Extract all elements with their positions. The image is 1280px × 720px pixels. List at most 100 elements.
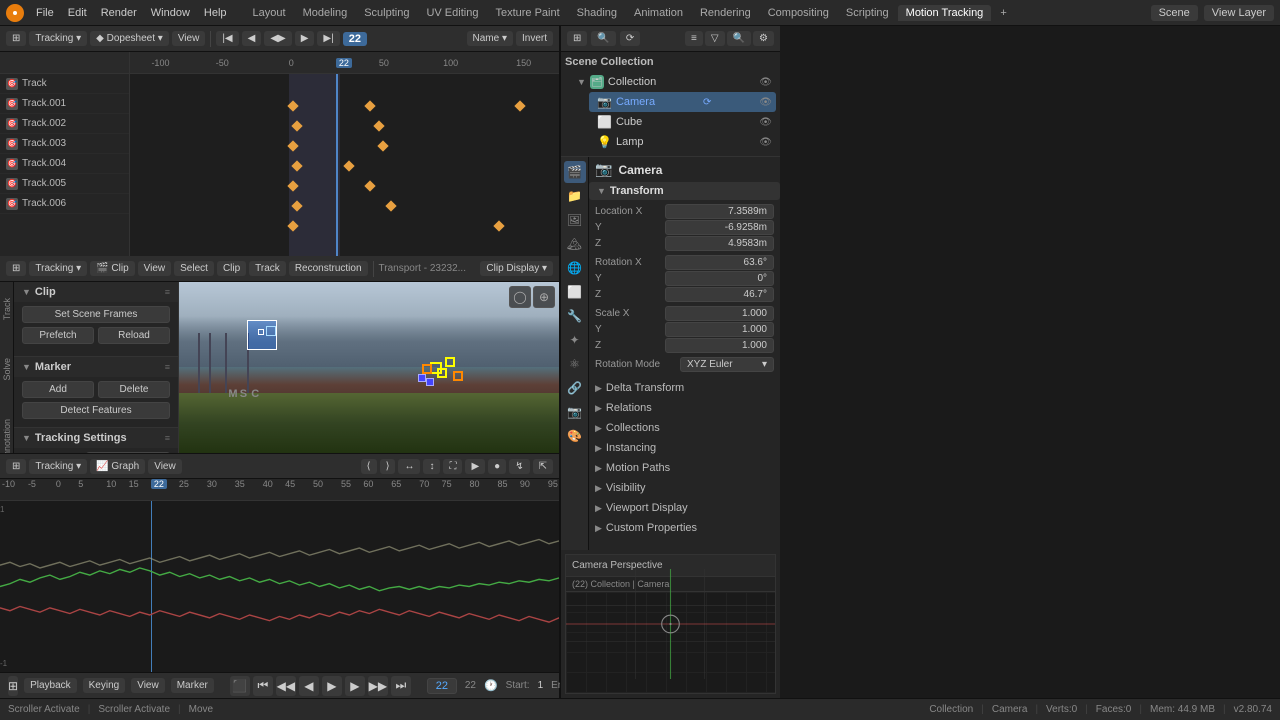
- location-x-value[interactable]: 7.3589m: [665, 204, 774, 219]
- vtab-track[interactable]: Track: [0, 294, 14, 324]
- prop-particles-icon[interactable]: ✦: [564, 329, 586, 351]
- graph-record-btn[interactable]: ●: [488, 459, 506, 474]
- playback-marker-menu[interactable]: Marker: [171, 678, 214, 693]
- kf-5-0[interactable]: [291, 200, 302, 211]
- scale-x-value[interactable]: 1.000: [665, 306, 774, 321]
- prop-view-layer-icon[interactable]: 🖼: [564, 209, 586, 231]
- next-key-btn[interactable]: ▶: [345, 676, 365, 696]
- view-menu-ds[interactable]: View: [172, 31, 206, 46]
- graph-normalize-btn[interactable]: ↯: [509, 459, 529, 474]
- workspace-rendering[interactable]: Rendering: [692, 5, 759, 21]
- prop-output-icon[interactable]: 📁: [564, 185, 586, 207]
- menu-window[interactable]: Window: [145, 5, 196, 21]
- track-item-5[interactable]: 🎯 Track.005: [0, 174, 129, 194]
- rotation-mode-dropdown[interactable]: XYZ Euler ▾: [680, 357, 774, 372]
- view-layer-selector[interactable]: View Layer: [1204, 5, 1274, 21]
- camera-eye-icon[interactable]: 👁: [759, 97, 772, 108]
- scale-y-value[interactable]: 1.000: [665, 322, 774, 337]
- stop-btn[interactable]: ⬛: [230, 676, 250, 696]
- marker-section-header[interactable]: ▼ Marker ≡: [14, 357, 178, 377]
- outliner-settings[interactable]: ⚙: [753, 31, 774, 46]
- workspace-scripting[interactable]: Scripting: [838, 5, 897, 21]
- clip-clip-menu[interactable]: Clip: [217, 261, 246, 276]
- scene-selector[interactable]: Scene: [1151, 5, 1198, 21]
- track-item-0[interactable]: 🎯 Track: [0, 74, 129, 94]
- current-frame-display[interactable]: 22: [427, 678, 457, 694]
- graph-play-btn[interactable]: ▶: [465, 459, 485, 474]
- current-frame-ds[interactable]: 22: [343, 32, 367, 46]
- clip-track-menu[interactable]: Track: [249, 261, 286, 276]
- scroller-left[interactable]: Scroller Activate: [8, 704, 80, 715]
- graph-tracking-dropdown[interactable]: Tracking ▾: [29, 459, 87, 474]
- kf-0-0[interactable]: [287, 100, 298, 111]
- workspace-sculpting[interactable]: Sculpting: [356, 5, 417, 21]
- graph-tool-2[interactable]: ⟩: [380, 459, 396, 474]
- prop-material-icon[interactable]: 🎨: [564, 425, 586, 447]
- clip-viewport[interactable]: M S C ◯ ⊕: [179, 282, 559, 453]
- workspace-shading[interactable]: Shading: [569, 5, 625, 21]
- name-filter[interactable]: Name ▾: [467, 31, 513, 46]
- playback-settings-btn[interactable]: ⊞: [8, 676, 18, 696]
- tracker-blue-2[interactable]: [426, 378, 434, 386]
- collection-eye-icon[interactable]: 👁: [759, 77, 772, 88]
- display-filter[interactable]: ≡: [685, 31, 703, 46]
- tracker-5[interactable]: [422, 364, 432, 374]
- menu-edit[interactable]: Edit: [62, 5, 93, 21]
- clip-display-btn[interactable]: Clip Display ▾: [480, 261, 553, 276]
- playback-dropdown[interactable]: Playback: [24, 678, 77, 693]
- prop-scene-icon[interactable]: 🏔: [564, 233, 586, 255]
- tree-item-cube[interactable]: ⬜ Cube 👁: [589, 112, 776, 132]
- jump-end-btn[interactable]: ⏭: [391, 676, 411, 696]
- kf-1-0[interactable]: [291, 120, 302, 131]
- tracker-2[interactable]: [445, 357, 455, 367]
- marker-menu-icon[interactable]: ≡: [165, 362, 170, 372]
- prop-object-icon[interactable]: ⬜: [564, 281, 586, 303]
- clip-menu-icon[interactable]: ≡: [165, 287, 170, 297]
- kf-0-1[interactable]: [364, 100, 375, 111]
- reload-btn[interactable]: Reload: [98, 327, 170, 344]
- tracking-settings-header[interactable]: ▼ Tracking Settings ≡: [14, 428, 178, 448]
- vtab-annotation[interactable]: Annotation: [0, 415, 14, 453]
- frame-step-end[interactable]: ▶|: [317, 31, 339, 46]
- kf-4-0[interactable]: [287, 180, 298, 191]
- menu-file[interactable]: File: [30, 5, 60, 21]
- prop-world-icon[interactable]: 🌐: [564, 257, 586, 279]
- tracking-settings-menu-icon[interactable]: ≡: [165, 433, 170, 443]
- set-scene-frames-btn[interactable]: Set Scene Frames: [22, 306, 170, 323]
- custom-properties-header[interactable]: ▶ Custom Properties: [589, 519, 780, 537]
- sync-btn[interactable]: ⟳: [620, 31, 640, 46]
- scale-z-value[interactable]: 1.000: [665, 338, 774, 353]
- tracker-3[interactable]: [437, 368, 447, 378]
- playback-view-menu[interactable]: View: [131, 678, 165, 693]
- clip-section-header[interactable]: ▼ Clip ≡: [14, 282, 178, 302]
- menu-render[interactable]: Render: [95, 5, 143, 21]
- kf-5-1[interactable]: [386, 200, 397, 211]
- graph-tool-3[interactable]: ↔: [398, 459, 420, 474]
- play-back[interactable]: ◀▶: [264, 31, 291, 46]
- prop-physics-icon[interactable]: ⚛: [564, 353, 586, 375]
- play-pause-btn[interactable]: ▶: [322, 676, 342, 696]
- delta-transform-header[interactable]: ▶ Delta Transform: [589, 379, 780, 397]
- graph-expand-btn[interactable]: ⇱: [533, 459, 553, 474]
- kf-2-1[interactable]: [377, 140, 388, 151]
- track-item-3[interactable]: 🎯 Track.003: [0, 134, 129, 154]
- relations-header[interactable]: ▶ Relations: [589, 399, 780, 417]
- track-item-1[interactable]: 🎯 Track.001: [0, 94, 129, 114]
- outliner-filter[interactable]: ▽: [705, 31, 725, 46]
- tracking-dropdown[interactable]: Tracking ▾: [29, 31, 87, 46]
- prop-constraints-icon[interactable]: 🔗: [564, 377, 586, 399]
- workspace-uv[interactable]: UV Editing: [418, 5, 486, 21]
- instancing-header[interactable]: ▶ Instancing: [589, 439, 780, 457]
- rotation-x-value[interactable]: 63.6°: [665, 255, 774, 270]
- clip-view-menu[interactable]: View: [138, 261, 172, 276]
- tree-item-camera[interactable]: 📷 Camera ⟳ 👁: [589, 92, 776, 112]
- camera-link-icon[interactable]: ⟳: [703, 97, 711, 108]
- tree-item-lamp[interactable]: 💡 Lamp 👁: [589, 132, 776, 152]
- editor-mode-btn[interactable]: ⊞: [6, 31, 26, 46]
- workspace-motion-tracking[interactable]: Motion Tracking: [898, 5, 992, 21]
- kf-3-0[interactable]: [291, 160, 302, 171]
- menu-help[interactable]: Help: [198, 5, 233, 21]
- add-marker-btn[interactable]: Add: [22, 381, 94, 398]
- kf-0-2[interactable]: [514, 100, 525, 111]
- track-item-4[interactable]: 🎯 Track.004: [0, 154, 129, 174]
